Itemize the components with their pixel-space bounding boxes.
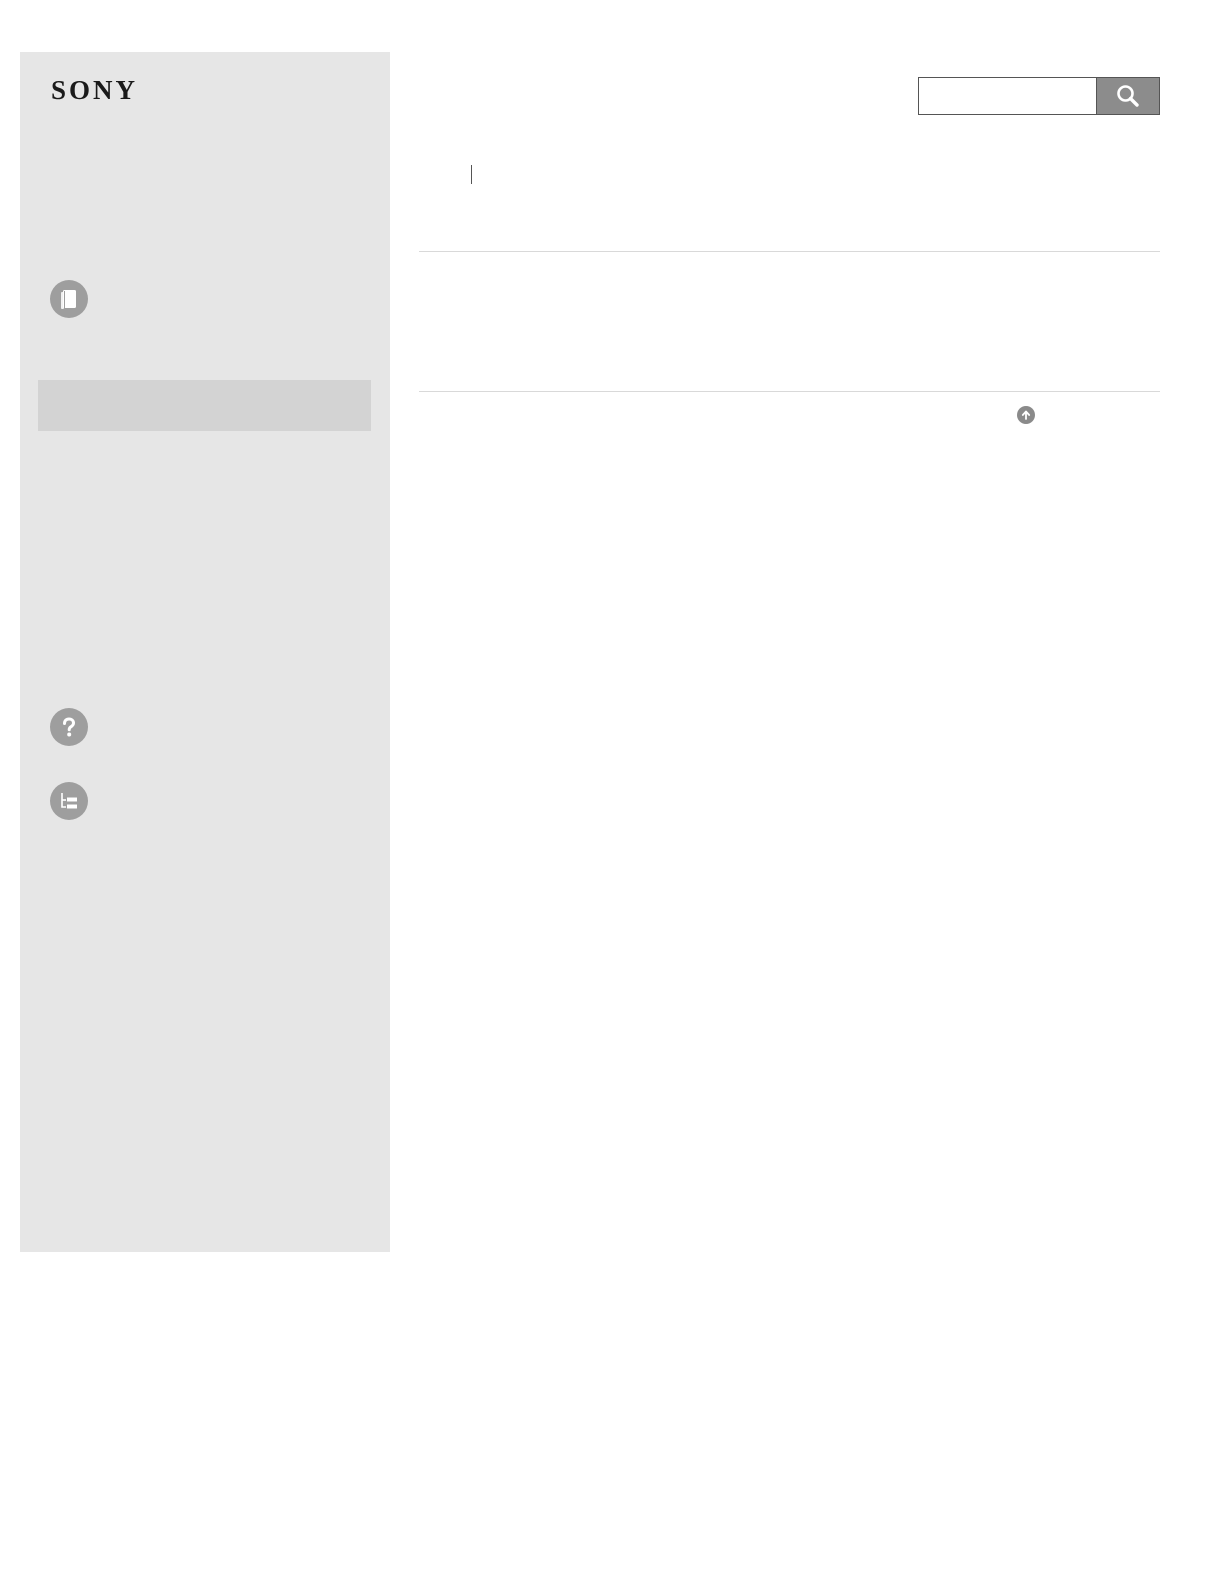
divider bbox=[419, 391, 1160, 392]
search-box bbox=[918, 77, 1160, 115]
divider bbox=[419, 251, 1160, 252]
search-button[interactable] bbox=[1096, 77, 1160, 115]
breadcrumb-separator bbox=[471, 165, 472, 184]
arrow-up-circle-icon bbox=[1021, 410, 1031, 420]
index-icon[interactable] bbox=[50, 782, 88, 820]
help-icon[interactable] bbox=[50, 708, 88, 746]
sidebar-selected-item[interactable] bbox=[38, 380, 371, 431]
sidebar: SONY bbox=[20, 52, 390, 1252]
go-to-top-button[interactable] bbox=[1017, 406, 1035, 424]
sony-logo[interactable]: SONY bbox=[51, 77, 138, 104]
magnifier-icon bbox=[1117, 85, 1139, 107]
search-input[interactable] bbox=[918, 77, 1096, 115]
book-icon[interactable] bbox=[50, 280, 88, 318]
help-guide-page: SONY bbox=[0, 0, 1225, 1585]
